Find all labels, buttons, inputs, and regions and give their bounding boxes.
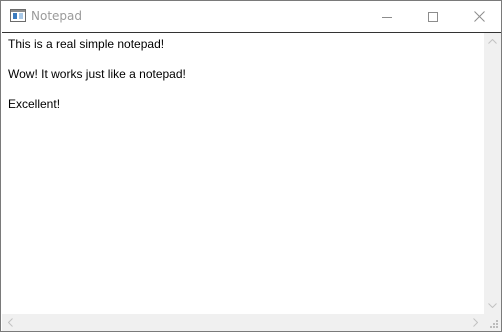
client-area: This is a real simple notepad! Wow! It w… [2,32,501,331]
grip-dot [496,323,498,325]
chevron-down-icon [488,303,497,308]
editor-line[interactable]: Wow! It works just like a notepad! [8,67,478,82]
notepad-window: Notepad This is a real simple notepad! W… [0,0,502,332]
grip-dot [493,326,495,328]
scroll-left-button[interactable] [2,314,19,331]
window-title: Notepad [31,9,82,23]
scroll-right-button[interactable] [467,314,484,331]
size-grip[interactable] [484,314,501,331]
chevron-right-icon [473,318,478,327]
minimize-icon [382,16,392,18]
minimize-button[interactable] [364,1,410,32]
text-editor[interactable]: This is a real simple notepad! Wow! It w… [2,33,484,314]
editor-line[interactable]: Excellent! [8,97,478,112]
scroll-down-button[interactable] [484,297,501,314]
grip-dot [493,323,495,325]
maximize-button[interactable] [410,1,456,32]
close-button[interactable] [456,1,502,32]
vertical-scrollbar[interactable] [484,33,501,314]
grip-dot [496,326,498,328]
title-bar[interactable]: Notepad [1,1,501,32]
close-icon [473,11,485,22]
horizontal-scrollbar[interactable] [2,314,484,331]
notepad-app-icon[interactable] [10,9,26,22]
editor-line[interactable]: This is a real simple notepad! [8,37,478,52]
grip-dot [490,326,492,328]
chevron-up-icon [488,39,497,44]
maximize-icon [428,11,438,22]
scroll-up-button[interactable] [484,33,501,50]
chevron-left-icon [8,318,13,327]
grip-dot [496,320,498,322]
